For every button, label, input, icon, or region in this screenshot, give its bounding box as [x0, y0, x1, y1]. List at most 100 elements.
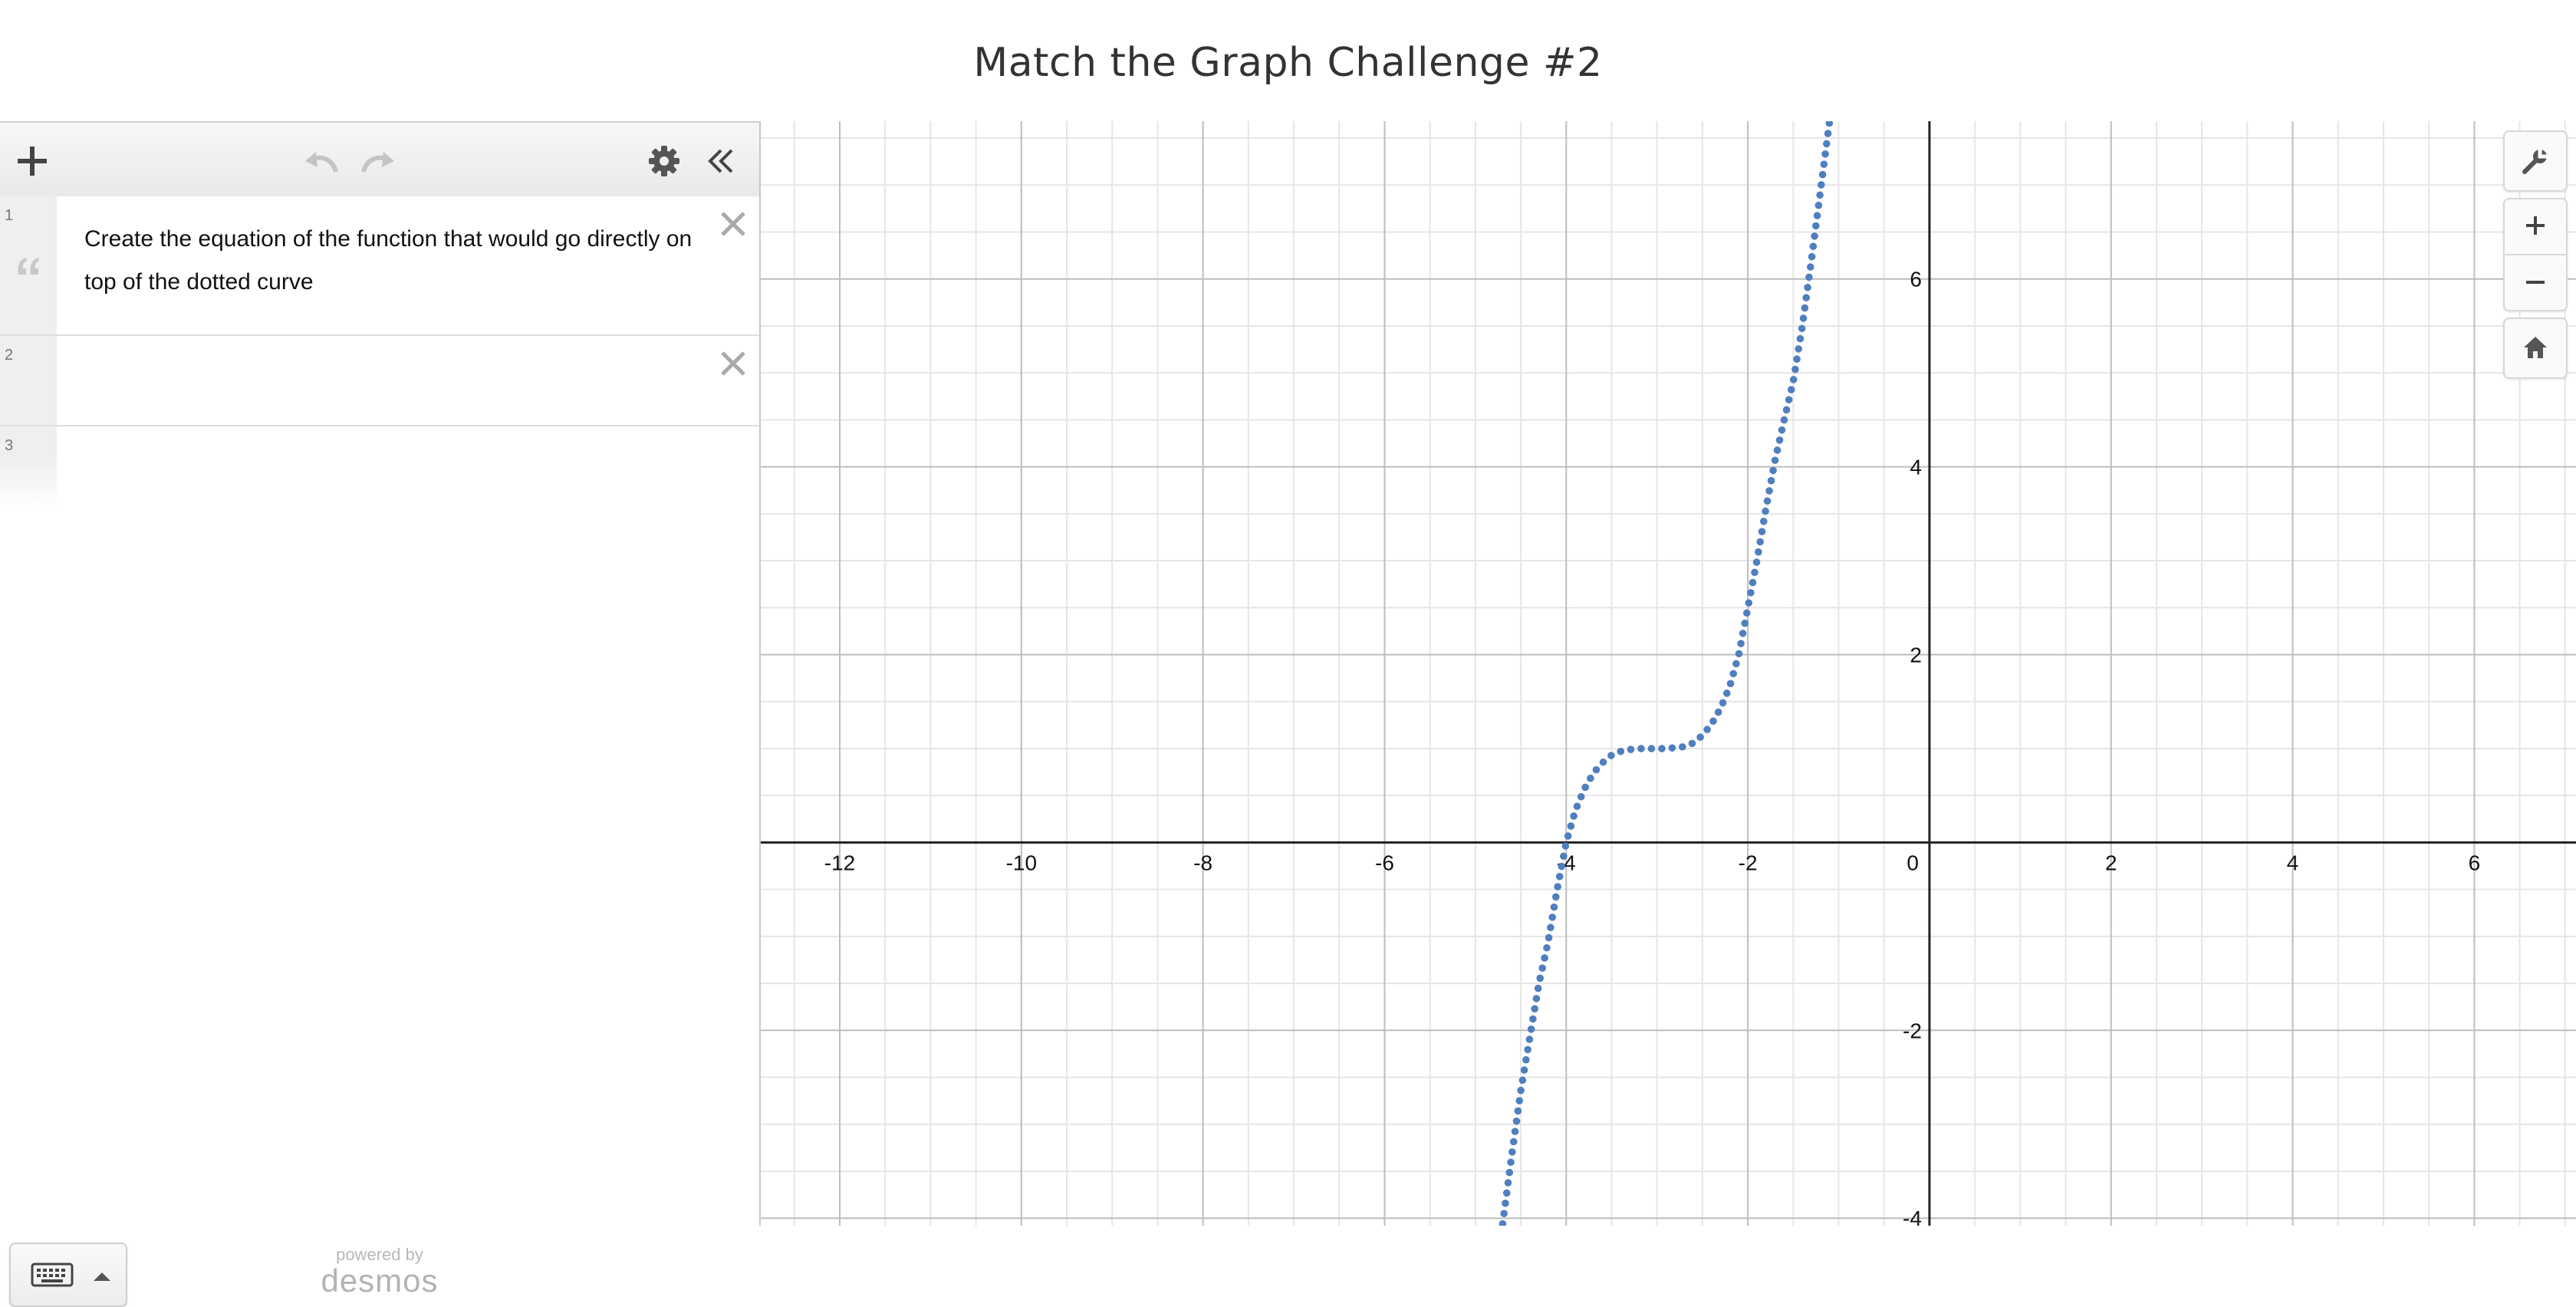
caret-up-icon [94, 1272, 110, 1281]
curve-dot [1729, 670, 1738, 678]
curve-dot [1709, 717, 1717, 725]
zoom-controls [2503, 198, 2568, 311]
curve-dot [1547, 923, 1554, 932]
curve-dot [1679, 742, 1686, 751]
curve-dot [1780, 416, 1788, 424]
x-tick-label: -6 [1375, 851, 1394, 874]
curve-dot [1532, 995, 1541, 1002]
curve-dot [1554, 883, 1561, 891]
quote-note-icon [18, 258, 39, 275]
curve-dot [1515, 1097, 1524, 1105]
curve-dot [1637, 745, 1645, 752]
curve-dot [1756, 538, 1765, 546]
curve-dot [1529, 1015, 1537, 1023]
curve-dot [1752, 558, 1761, 566]
curve-dot [1735, 650, 1743, 658]
curve-dot [1732, 660, 1740, 668]
curve-dot [1824, 130, 1832, 137]
powered-by-desmos[interactable]: powered by desmos [307, 1246, 452, 1298]
curve-dot [1527, 1025, 1535, 1033]
curve-dot [1739, 629, 1747, 637]
curve-dot [1741, 619, 1749, 627]
curve-dot [1502, 1189, 1511, 1197]
x-tick-label: 0 [1907, 851, 1919, 874]
curve-dot [1767, 476, 1775, 485]
curve-dot [1814, 201, 1823, 209]
graph-paper[interactable]: -12 -10 -8 -6 -4 -2 0 2 4 6 -4 -2 2 4 6 [761, 121, 2576, 1226]
graph-settings-button[interactable] [2503, 130, 2568, 192]
curve-dot [1703, 726, 1711, 733]
curve-dot [1514, 1107, 1522, 1115]
curve-dot [1555, 872, 1564, 881]
curve-dot [1564, 832, 1572, 840]
collapse-panel-icon[interactable] [706, 147, 736, 175]
zoom-out-icon[interactable] [2523, 270, 2548, 295]
curve-dot [1512, 1117, 1521, 1125]
curve-dot [1808, 252, 1816, 261]
note-text[interactable]: Create the equation of the function that… [84, 218, 721, 304]
plus-icon[interactable] [17, 146, 48, 176]
curve-dot [1592, 765, 1601, 774]
curve-dot [1762, 507, 1769, 515]
curve-dot [1809, 242, 1818, 251]
expression-row[interactable]: 1 Create the equation of the function th… [0, 196, 759, 336]
curve-dot [1796, 334, 1805, 343]
curve-dot [1758, 528, 1766, 535]
home-icon [2524, 337, 2547, 358]
expression-row[interactable]: 3 [0, 426, 759, 519]
curve-dot [1548, 914, 1556, 921]
curve-dot [1518, 1076, 1527, 1085]
curve-dot [1765, 487, 1773, 495]
curve-dot [1755, 548, 1762, 556]
curve-dot [1749, 578, 1757, 587]
x-tick-label: -8 [1193, 851, 1212, 874]
y-tick-label: -2 [1903, 1019, 1922, 1042]
keyboard-icon [31, 1263, 74, 1287]
curve-dot [1795, 345, 1803, 353]
curve-dot [1816, 191, 1824, 199]
curve-dot [1798, 324, 1806, 333]
curve-dot [1550, 903, 1558, 911]
curve-dot [1771, 456, 1779, 464]
close-icon[interactable] [716, 207, 750, 241]
curve-dot [1787, 386, 1795, 393]
curve-dot [1531, 1005, 1538, 1012]
curve-dot [1570, 812, 1578, 820]
zoom-divider [2505, 254, 2566, 255]
expression-index: 2 [5, 347, 14, 364]
curve-dot [1801, 304, 1809, 312]
curve-dot [1577, 792, 1585, 801]
curve-dot [1751, 568, 1758, 577]
default-viewport-button[interactable] [2503, 318, 2568, 379]
graph-canvas[interactable]: -12 -10 -8 -6 -4 -2 0 2 4 6-4-2246 [761, 121, 2576, 1226]
curve-dot [1688, 739, 1696, 748]
x-tick-label: 4 [2287, 851, 2299, 874]
curve-dot [1806, 263, 1814, 271]
row-gutter: 1 [0, 196, 57, 334]
expression-row[interactable]: 2 [0, 336, 759, 426]
curve-dot [1773, 446, 1781, 454]
expression-toolbar [0, 121, 759, 198]
curve-dot [1524, 1045, 1531, 1054]
curve-dot [1567, 822, 1575, 830]
y-tick-label: 6 [1910, 268, 1922, 291]
curve-dot [1726, 680, 1735, 688]
gear-icon[interactable] [647, 144, 681, 178]
curve-dot [1778, 426, 1786, 434]
row-gutter: 2 [0, 336, 57, 425]
wrench-icon [2522, 150, 2547, 174]
curve-dot [1525, 1035, 1534, 1043]
curve-dot [1520, 1066, 1528, 1074]
redo-icon[interactable] [359, 149, 397, 175]
curve-dot [1522, 1055, 1530, 1064]
y-tick-label: 4 [1910, 456, 1922, 479]
curve-dot [1508, 1148, 1516, 1156]
curve-dot [1534, 984, 1542, 993]
curve-dot [1812, 222, 1820, 230]
curve-dot [1551, 893, 1560, 901]
close-icon[interactable] [716, 347, 750, 380]
keyboard-toggle-button[interactable] [9, 1243, 127, 1307]
undo-icon[interactable] [302, 149, 341, 175]
curve-dot [1545, 933, 1553, 942]
zoom-in-icon[interactable] [2523, 213, 2548, 238]
